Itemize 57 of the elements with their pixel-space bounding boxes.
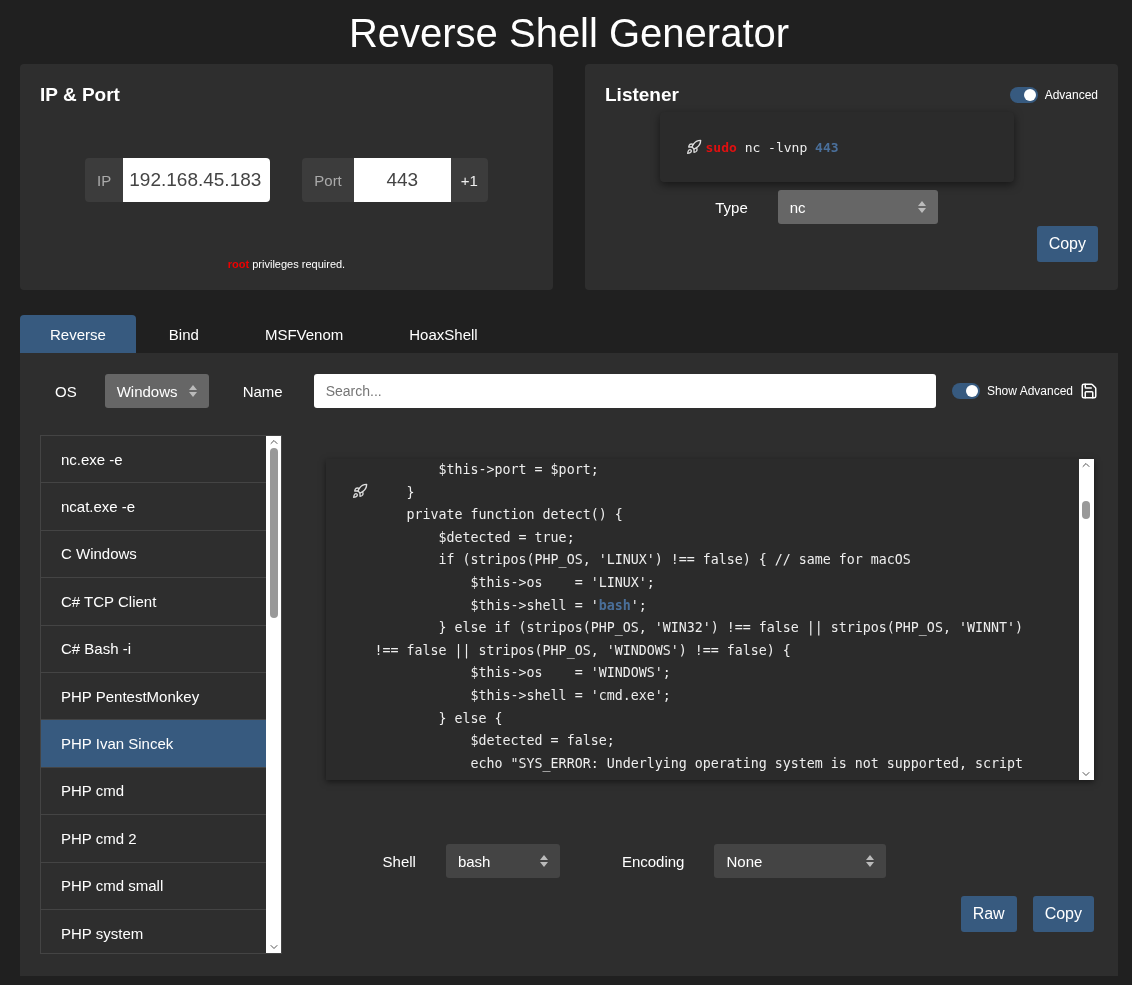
code-line: $this->os = 'LINUX'; [469,573,656,592]
ip-input[interactable]: 192.168.45.183 [123,158,271,202]
code-line: echo "SYS_ERROR: Underlying operating system is not supported, script [469,754,1023,774]
code-line: } [405,483,416,502]
shell-select[interactable]: bash [445,844,560,878]
encoding-select[interactable]: None [714,844,887,878]
code-line: !== false || stripos(PHP_OS, 'WINDOWS') !== false) { [374,641,792,661]
os-select[interactable]: Windows [104,374,209,408]
toggle-switch[interactable] [951,383,980,399]
name-label: Name [242,382,283,400]
scrollbar[interactable] [266,436,281,953]
type-select[interactable]: nc [777,190,938,224]
port-label: Port [302,158,354,202]
shell-label: Shell [382,852,416,870]
port-input[interactable]: 443 [353,158,451,202]
ip-label: IP [85,158,124,202]
scrollbar[interactable] [1078,459,1094,780]
code-line: if (stripos(PHP_OS, 'LINUX') !== false) { // same for macOS [437,551,912,570]
code-line: $this->shell = 'cmd.exe'; [469,686,672,705]
action-button[interactable]: Raw [960,896,1017,932]
scroll-thumb[interactable] [269,448,278,618]
code-line: private function detect() { [405,506,624,525]
toggle-label: Show Advanced [986,384,1073,398]
action-button[interactable]: Copy [1032,896,1094,932]
sort-arrows-icon [539,855,548,867]
tab[interactable]: HoaxShell [376,315,511,353]
search-field[interactable]: Search... [313,374,936,408]
sort-arrows-icon [917,201,926,213]
shell-item[interactable]: PHP Ivan Sincek [41,720,266,768]
code-line: } else { [437,709,504,728]
tab[interactable]: MSFVenom [231,315,377,353]
code-line: $this->port = $port; [437,461,600,479]
card-title: IP & Port [40,84,121,106]
tab[interactable]: Reverse [20,315,136,353]
listener-command: sudo nc -lvnp 443 [705,139,839,155]
os-label: OS [55,382,77,400]
copy-button[interactable]: Copy [1036,226,1098,262]
code-line: $detected = true; [437,528,576,547]
increment-button[interactable]: +1 [450,158,488,202]
save-icon[interactable] [1080,382,1098,400]
privileges-note: root privileges required. [226,258,347,270]
code-line: $this->shell = 'bash'; [469,596,648,615]
toggle-switch[interactable] [1009,87,1038,103]
rocket-icon [351,483,368,499]
card-title: Listener [605,84,679,106]
rocket-icon [685,139,702,155]
sort-arrows-icon [866,855,875,867]
code-line: $this->os = 'WINDOWS'; [469,664,672,683]
code-line: $detected = false; [469,732,616,751]
type-label: Type [715,198,748,216]
tab[interactable]: Bind [135,315,232,353]
sort-arrows-icon [188,385,197,397]
encoding-label: Encoding [621,852,685,870]
code-line: } else if (stripos(PHP_OS, 'WIN32') !== false || stripos(PHP_OS, 'WINNT') [437,619,1023,638]
toggle-label: Advanced [1044,88,1098,102]
scroll-thumb[interactable] [1082,501,1090,519]
page-title: Reverse Shell Generator [347,10,791,57]
